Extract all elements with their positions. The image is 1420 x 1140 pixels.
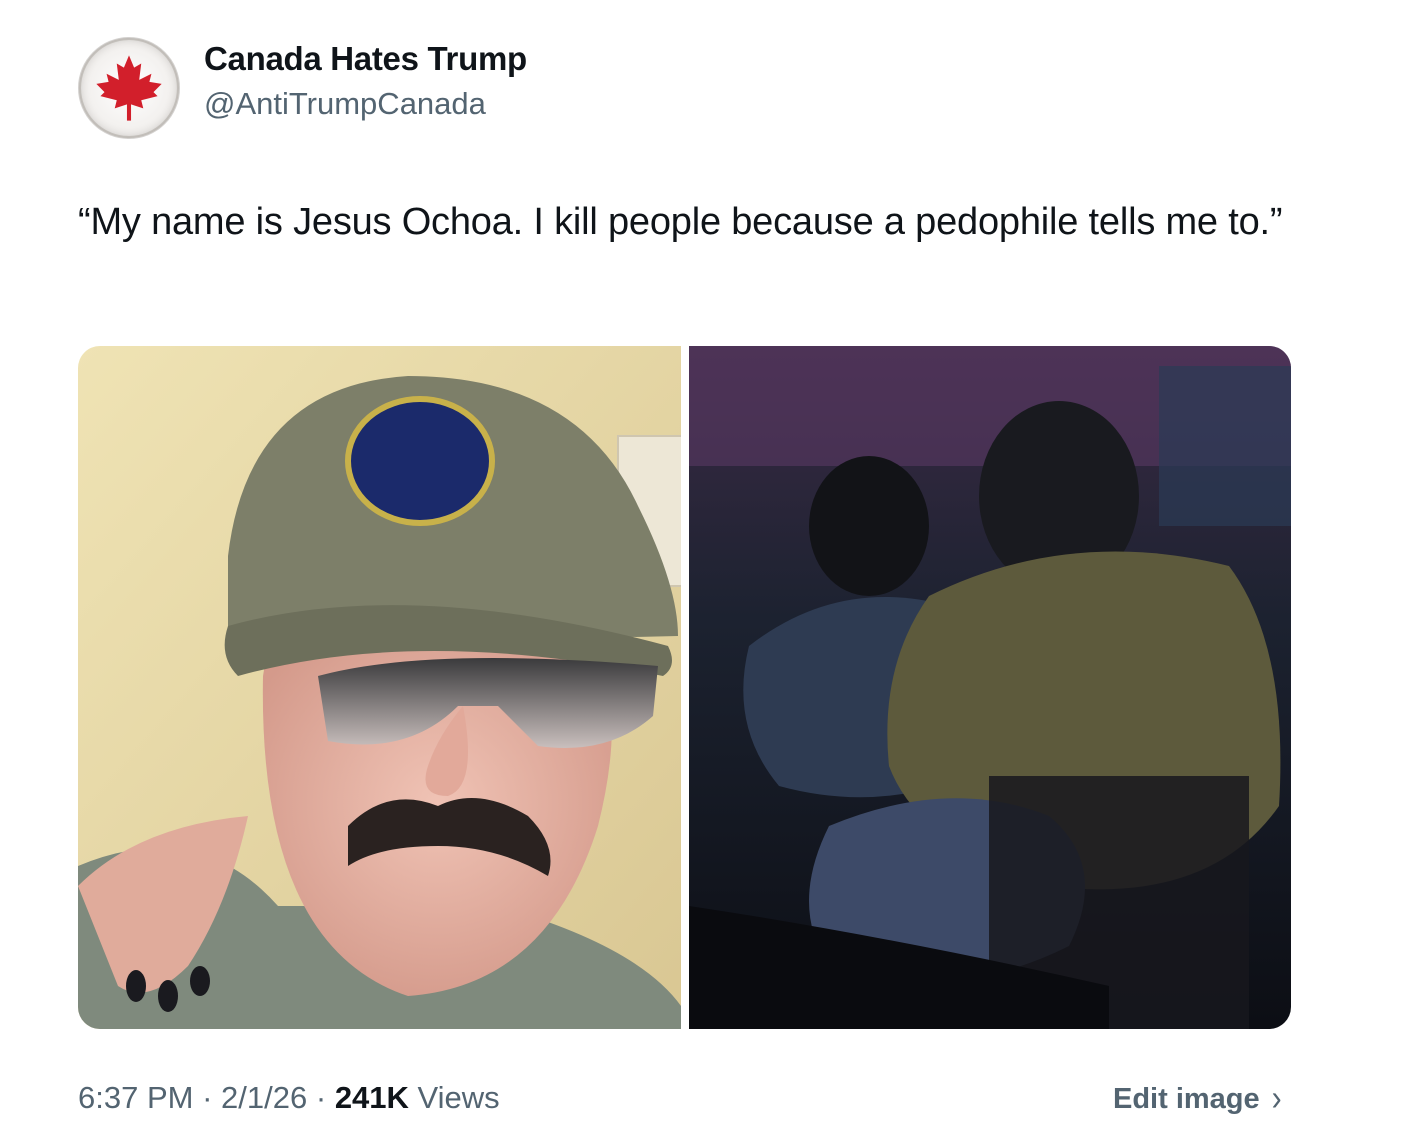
maple-leaf-icon [79,38,179,138]
night-surveillance-photo [689,346,1291,1029]
tweet-date[interactable]: 2/1/26 [221,1080,307,1115]
media-photo-right[interactable] [689,346,1291,1029]
user-handle[interactable]: @AntiTrumpCanada [204,86,486,122]
meta-separator: · [315,1080,327,1115]
views-count: 241K [334,1080,409,1115]
views-label: Views [417,1080,500,1115]
edit-image-button[interactable]: Edit image › [1113,1079,1282,1119]
media-photo-left[interactable] [78,346,681,1029]
meta-separator: · [202,1080,213,1115]
avatar[interactable] [78,37,180,139]
tweet-time[interactable]: 6:37 PM [78,1080,193,1115]
edit-image-label: Edit image [1113,1082,1260,1115]
chevron-right-icon: › [1271,1078,1282,1119]
tweet-meta: 6:37 PM · 2/1/26 · 241K Views [78,1080,500,1116]
border-patrol-selfie-photo [78,346,681,1029]
media-grid [78,346,1291,1029]
display-name[interactable]: Canada Hates Trump [204,40,527,78]
tweet-text: “My name is Jesus Ochoa. I kill people b… [78,201,1283,243]
